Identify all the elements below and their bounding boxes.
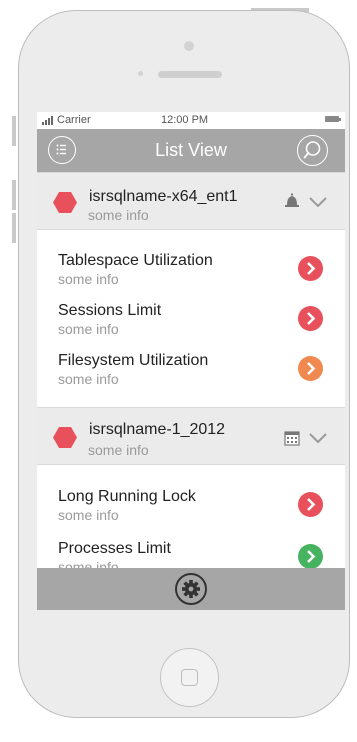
volume-down-button [12, 213, 16, 243]
bell-icon[interactable] [284, 193, 300, 209]
alert-info: some info [58, 507, 119, 523]
nav-bar: List View [37, 129, 345, 172]
alert-list-item[interactable]: Sessions Limit some info [37, 302, 345, 348]
critical-chevron-right-icon[interactable] [298, 256, 323, 281]
bottom-toolbar [37, 568, 345, 610]
search-button[interactable] [297, 135, 328, 166]
server-info: some info [88, 207, 149, 223]
screen: Carrier 12:00 PM List View isrsqlname-x6… [37, 112, 345, 610]
ok-chevron-right-icon[interactable] [298, 544, 323, 569]
critical-status-hexagon-icon [53, 427, 77, 448]
home-square-icon [181, 669, 198, 686]
battery-icon [325, 116, 341, 122]
alert-title: Tablespace Utilization [58, 252, 213, 269]
front-camera [184, 41, 194, 51]
alert-list-item[interactable]: Filesystem Utilization some info [37, 352, 345, 398]
signal-icon [42, 116, 53, 125]
chevron-down-icon[interactable] [309, 433, 327, 443]
warning-chevron-right-icon[interactable] [298, 356, 323, 381]
settings-button[interactable] [175, 573, 207, 605]
clock: 12:00 PM [161, 114, 209, 126]
server-info: some info [88, 442, 149, 458]
earpiece-speaker [158, 71, 222, 78]
critical-chevron-right-icon[interactable] [298, 306, 323, 331]
home-button[interactable] [160, 648, 219, 707]
alert-title: Filesystem Utilization [58, 352, 209, 369]
alert-info: some info [58, 321, 119, 337]
alert-title: Long Running Lock [58, 488, 196, 505]
alert-title: Sessions Limit [58, 302, 162, 319]
chevron-down-icon[interactable] [309, 197, 327, 207]
critical-chevron-right-icon[interactable] [298, 492, 323, 517]
server-group-header[interactable]: isrsqlname-1_2012 some info [37, 407, 345, 465]
proximity-sensor [138, 71, 143, 76]
alert-info: some info [58, 371, 119, 387]
alert-list-item[interactable]: Tablespace Utilization some info [37, 252, 345, 298]
search-icon [303, 141, 321, 159]
server-name: isrsqlname-1_2012 [89, 421, 226, 438]
server-name: isrsqlname-x64_ent1 [89, 188, 238, 205]
critical-status-hexagon-icon [53, 192, 77, 213]
carrier-label: Carrier [57, 114, 91, 126]
alert-title: Processes Limit [58, 540, 171, 557]
server-group-header[interactable]: isrsqlname-x64_ent1 some info [37, 172, 345, 230]
calendar-icon[interactable] [284, 430, 300, 446]
mute-switch [12, 116, 16, 146]
status-bar: Carrier 12:00 PM [37, 112, 345, 128]
gear-icon [182, 580, 200, 598]
alert-list-item[interactable]: Long Running Lock some info [37, 488, 345, 534]
volume-up-button [12, 180, 16, 210]
alert-info: some info [58, 271, 119, 287]
